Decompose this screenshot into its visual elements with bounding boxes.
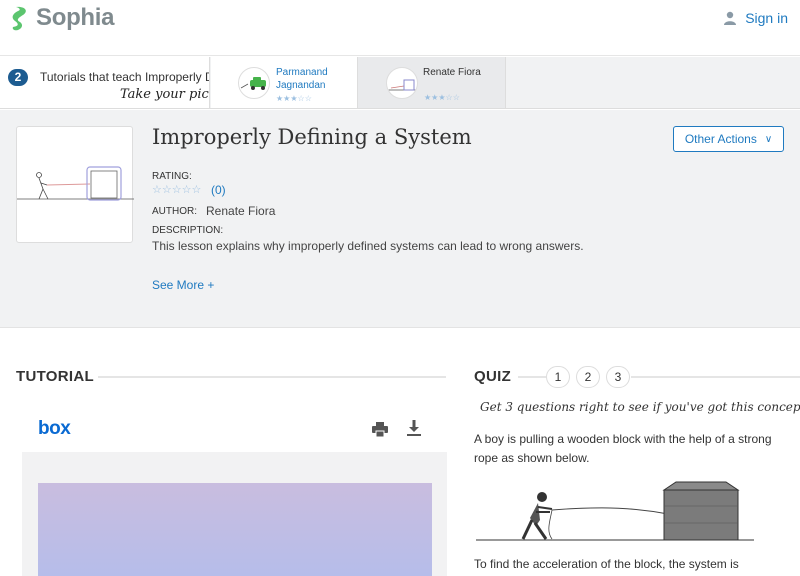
document-slide[interactable] xyxy=(38,483,432,576)
tutorials-strip-intro: 2 Tutorials that teach Improperly D Take… xyxy=(0,57,210,108)
quiz-question-2-text: To find the acceleration of the block, t… xyxy=(474,557,739,571)
lesson-title: Improperly Defining a System xyxy=(152,125,472,149)
tutorial-thumbnail xyxy=(386,67,418,99)
sophia-logo[interactable]: Sophia xyxy=(10,4,115,32)
site-header: Sophia Sign in xyxy=(0,0,800,56)
quiz-hint-text: Get 3 questions right to see if you've g… xyxy=(480,400,800,414)
tutorial-thumbnail xyxy=(238,67,270,99)
box-logo: box xyxy=(38,418,71,439)
lesson-diagram-image xyxy=(17,166,134,201)
sign-in-label: Sign in xyxy=(745,10,788,26)
tutorial-rating-stars: ★★★☆☆ xyxy=(424,93,460,102)
tutorials-strip: 2 Tutorials that teach Improperly D Take… xyxy=(0,57,800,109)
see-more-link[interactable]: See More + xyxy=(152,278,214,292)
tutorials-strip-text: Tutorials that teach Improperly D xyxy=(40,70,210,84)
tutorial-card-parmanand[interactable]: Parmanand Jagnandan ★★★☆☆ xyxy=(211,57,358,108)
chevron-down-icon: ∨ xyxy=(764,133,773,145)
quiz-step-3[interactable]: 3 xyxy=(606,366,630,388)
lesson-thumbnail xyxy=(16,126,134,243)
rating-count: (0) xyxy=(211,183,226,197)
boy-pulling-block-illustration xyxy=(476,481,754,541)
quiz-step-2[interactable]: 2 xyxy=(576,366,600,388)
quiz-divider xyxy=(631,376,800,378)
quiz-question-text: A boy is pulling a wooden block with the… xyxy=(474,432,772,465)
tutorial-author: Renate Fiora xyxy=(423,67,481,78)
tutorial-heading: TUTORIAL xyxy=(16,368,94,385)
print-icon[interactable] xyxy=(372,422,388,437)
other-actions-button[interactable]: Other Actions ∨ xyxy=(673,126,784,152)
quiz-divider xyxy=(518,376,546,378)
take-your-pick-text: Take your pick: xyxy=(120,87,209,102)
other-actions-label: Other Actions xyxy=(684,132,757,146)
lesson-info-panel: Improperly Defining a System RATING: ☆☆☆… xyxy=(0,110,800,328)
author-name: Renate Fiora xyxy=(206,204,276,218)
brand-name: Sophia xyxy=(36,4,115,31)
user-icon xyxy=(724,11,737,25)
sophia-leaf-icon xyxy=(12,6,26,31)
tutorial-author: Parmanand Jagnandan xyxy=(276,67,328,91)
tutorial-count-badge: 2 xyxy=(8,69,28,86)
description-label: DESCRIPTION: xyxy=(152,225,224,236)
tutorial-divider xyxy=(98,376,446,378)
quiz-step-1[interactable]: 1 xyxy=(546,366,570,388)
download-icon[interactable] xyxy=(407,420,421,436)
rating-label: RATING: xyxy=(152,171,192,182)
description-text: This lesson explains why improperly defi… xyxy=(152,239,584,253)
tutorial-card-renate[interactable]: Renate Fiora ★★★☆☆ xyxy=(358,57,506,108)
tutorial-rating-stars: ★★★☆☆ xyxy=(276,94,312,103)
green-car-icon xyxy=(240,77,266,90)
rating-stars-input[interactable]: ☆☆☆☆☆ xyxy=(152,183,201,196)
author-label: AUTHOR: xyxy=(152,206,197,217)
sign-in-link[interactable]: Sign in xyxy=(723,10,788,26)
quiz-heading: QUIZ xyxy=(474,368,512,385)
block-diagram-icon xyxy=(387,79,417,91)
